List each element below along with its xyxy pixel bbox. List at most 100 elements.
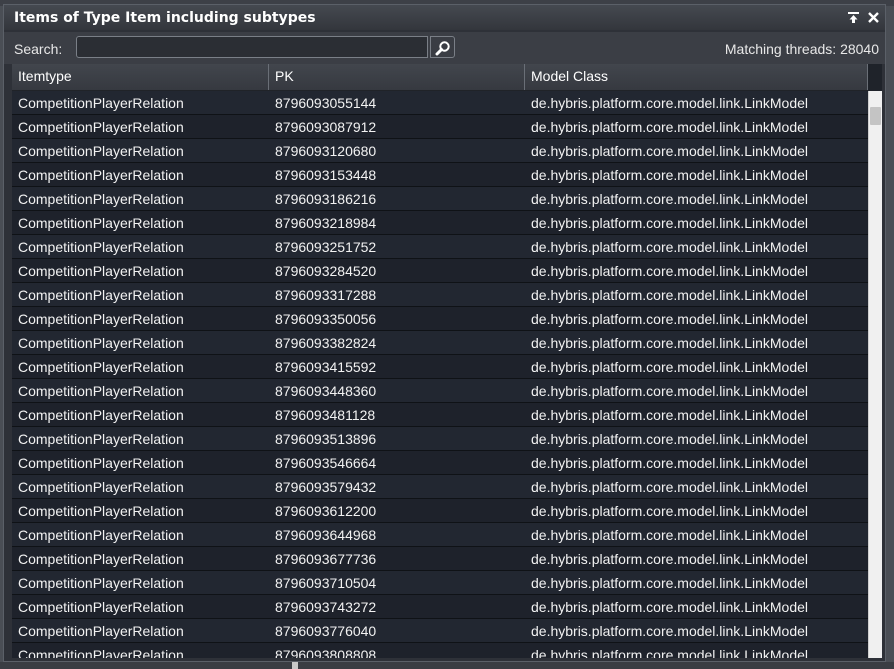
cell-itemtype: CompetitionPlayerRelation bbox=[18, 599, 184, 615]
table-row[interactable]: CompetitionPlayerRelation 8796093481128 de… bbox=[12, 403, 868, 427]
table-row[interactable]: CompetitionPlayerRelation 8796093350056 de… bbox=[12, 307, 868, 331]
cell-pk: 8796093284520 bbox=[275, 263, 377, 279]
cell-itemtype: CompetitionPlayerRelation bbox=[18, 239, 184, 255]
cell-itemtype: CompetitionPlayerRelation bbox=[18, 335, 184, 351]
cell-pk: 8796093546664 bbox=[275, 455, 377, 471]
column-header-itemtype[interactable]: Itemtype bbox=[12, 64, 269, 90]
table-row[interactable]: CompetitionPlayerRelation 8796093644968 de… bbox=[12, 523, 868, 547]
cell-itemtype: CompetitionPlayerRelation bbox=[18, 359, 184, 375]
cell-itemtype: CompetitionPlayerRelation bbox=[18, 407, 184, 423]
table-row[interactable]: CompetitionPlayerRelation 8796093317288 de… bbox=[12, 283, 868, 307]
cell-model-class: de.hybris.platform.core.model.link.LinkM… bbox=[531, 359, 809, 375]
table-row[interactable]: CompetitionPlayerRelation 8796093055144 de… bbox=[12, 91, 868, 115]
dialog-titlebar[interactable]: Items of Type Item including subtypes bbox=[4, 5, 885, 30]
cell-pk: 8796093448360 bbox=[275, 383, 377, 399]
background-scrollbar bbox=[292, 662, 298, 669]
cell-pk: 8796093218984 bbox=[275, 215, 377, 231]
column-header-model-class[interactable]: Model Class bbox=[525, 64, 868, 90]
cell-model-class: de.hybris.platform.core.model.link.LinkM… bbox=[531, 551, 809, 567]
cell-pk: 8796093087912 bbox=[275, 119, 377, 135]
cell-itemtype: CompetitionPlayerRelation bbox=[18, 647, 184, 658]
close-icon[interactable] bbox=[866, 10, 881, 25]
table-row[interactable]: CompetitionPlayerRelation 8796093513896 de… bbox=[12, 427, 868, 451]
cell-pk: 8796093612200 bbox=[275, 503, 377, 519]
table-row[interactable]: CompetitionPlayerRelation 8796093743272 de… bbox=[12, 595, 868, 619]
cell-model-class: de.hybris.platform.core.model.link.LinkM… bbox=[531, 143, 809, 159]
cell-model-class: de.hybris.platform.core.model.link.LinkM… bbox=[531, 239, 809, 255]
cell-model-class: de.hybris.platform.core.model.link.LinkM… bbox=[531, 503, 809, 519]
table-row[interactable]: CompetitionPlayerRelation 8796093218984 de… bbox=[12, 211, 868, 235]
cell-model-class: de.hybris.platform.core.model.link.LinkM… bbox=[531, 287, 809, 303]
cell-pk: 8796093055144 bbox=[275, 95, 377, 111]
cell-model-class: de.hybris.platform.core.model.link.LinkM… bbox=[531, 311, 809, 327]
table-row[interactable]: CompetitionPlayerRelation 8796093677736 de… bbox=[12, 547, 868, 571]
search-icon bbox=[435, 41, 450, 56]
cell-model-class: de.hybris.platform.core.model.link.LinkM… bbox=[531, 647, 809, 658]
cell-pk: 8796093776040 bbox=[275, 623, 377, 639]
cell-pk: 8796093808808 bbox=[275, 647, 377, 658]
cell-model-class: de.hybris.platform.core.model.link.LinkM… bbox=[531, 335, 809, 351]
cell-model-class: de.hybris.platform.core.model.link.LinkM… bbox=[531, 479, 809, 495]
cell-itemtype: CompetitionPlayerRelation bbox=[18, 383, 184, 399]
table-row[interactable]: CompetitionPlayerRelation 8796093579432 de… bbox=[12, 475, 868, 499]
search-button[interactable] bbox=[430, 36, 455, 58]
table-row[interactable]: CompetitionPlayerRelation 8796093153448 de… bbox=[12, 163, 868, 187]
cell-itemtype: CompetitionPlayerRelation bbox=[18, 191, 184, 207]
column-header-pk[interactable]: PK bbox=[269, 64, 525, 90]
table-row[interactable]: CompetitionPlayerRelation 8796093612200 de… bbox=[12, 499, 868, 523]
cell-model-class: de.hybris.platform.core.model.link.LinkM… bbox=[531, 215, 809, 231]
cell-pk: 8796093710504 bbox=[275, 575, 377, 591]
cell-model-class: de.hybris.platform.core.model.link.LinkM… bbox=[531, 527, 809, 543]
cell-pk: 8796093481128 bbox=[275, 407, 376, 423]
cell-itemtype: CompetitionPlayerRelation bbox=[18, 95, 184, 111]
cell-itemtype: CompetitionPlayerRelation bbox=[18, 263, 184, 279]
cell-model-class: de.hybris.platform.core.model.link.LinkM… bbox=[531, 431, 809, 447]
cell-pk: 8796093513896 bbox=[275, 431, 377, 447]
table-row[interactable]: CompetitionPlayerRelation 8796093186216 de… bbox=[12, 187, 868, 211]
table-row[interactable]: CompetitionPlayerRelation 8796093415592 de… bbox=[12, 355, 868, 379]
cell-pk: 8796093579432 bbox=[275, 479, 377, 495]
maximize-icon[interactable] bbox=[846, 10, 861, 25]
table-row[interactable]: CompetitionPlayerRelation 8796093776040 de… bbox=[12, 619, 868, 643]
cell-model-class: de.hybris.platform.core.model.link.LinkM… bbox=[531, 95, 809, 111]
cell-pk: 8796093317288 bbox=[275, 287, 377, 303]
scrollbar-thumb[interactable] bbox=[870, 107, 881, 125]
cell-itemtype: CompetitionPlayerRelation bbox=[18, 575, 184, 591]
cell-itemtype: CompetitionPlayerRelation bbox=[18, 455, 184, 471]
table-row[interactable]: CompetitionPlayerRelation 8796093382824 de… bbox=[12, 331, 868, 355]
cell-model-class: de.hybris.platform.core.model.link.LinkM… bbox=[531, 575, 809, 591]
cell-model-class: de.hybris.platform.core.model.link.LinkM… bbox=[531, 191, 809, 207]
cell-model-class: de.hybris.platform.core.model.link.LinkM… bbox=[531, 623, 809, 639]
table-row[interactable]: CompetitionPlayerRelation 8796093284520 de… bbox=[12, 259, 868, 283]
table-row[interactable]: CompetitionPlayerRelation 8796093808808 de… bbox=[12, 643, 868, 658]
cell-pk: 8796093415592 bbox=[275, 359, 377, 375]
table-row[interactable]: CompetitionPlayerRelation 8796093448360 de… bbox=[12, 379, 868, 403]
cell-itemtype: CompetitionPlayerRelation bbox=[18, 527, 184, 543]
dialog-title: Items of Type Item including subtypes bbox=[14, 10, 316, 26]
search-bar: Search: Matching threads: 28040 bbox=[4, 32, 885, 64]
items-dialog: Items of Type Item including subtypes Se… bbox=[3, 4, 886, 662]
cell-model-class: de.hybris.platform.core.model.link.LinkM… bbox=[531, 383, 809, 399]
cell-model-class: de.hybris.platform.core.model.link.LinkM… bbox=[531, 119, 809, 135]
cell-model-class: de.hybris.platform.core.model.link.LinkM… bbox=[531, 455, 809, 471]
table-row[interactable]: CompetitionPlayerRelation 8796093710504 de… bbox=[12, 571, 868, 595]
cell-itemtype: CompetitionPlayerRelation bbox=[18, 551, 184, 567]
cell-itemtype: CompetitionPlayerRelation bbox=[18, 119, 184, 135]
cell-itemtype: CompetitionPlayerRelation bbox=[18, 143, 184, 159]
search-label: Search: bbox=[14, 41, 63, 57]
table-row[interactable]: CompetitionPlayerRelation 8796093546664 de… bbox=[12, 451, 868, 475]
matching-count: Matching threads: 28040 bbox=[724, 41, 879, 57]
table-body: CompetitionPlayerRelation 8796093055144 de… bbox=[12, 91, 868, 658]
scroll-up-button[interactable] bbox=[869, 91, 882, 105]
search-input[interactable] bbox=[76, 36, 428, 58]
results-table: Itemtype PK Model Class CompetitionPlaye… bbox=[12, 64, 882, 658]
table-header: Itemtype PK Model Class bbox=[12, 64, 868, 91]
table-row[interactable]: CompetitionPlayerRelation 8796093087912 de… bbox=[12, 115, 868, 139]
cell-model-class: de.hybris.platform.core.model.link.LinkM… bbox=[531, 407, 809, 423]
cell-itemtype: CompetitionPlayerRelation bbox=[18, 431, 184, 447]
cell-pk: 8796093120680 bbox=[275, 143, 377, 159]
table-row[interactable]: CompetitionPlayerRelation 8796093251752 de… bbox=[12, 235, 868, 259]
background-app-bottom bbox=[0, 662, 894, 669]
table-row[interactable]: CompetitionPlayerRelation 8796093120680 de… bbox=[12, 139, 868, 163]
vertical-scrollbar[interactable] bbox=[868, 91, 882, 658]
